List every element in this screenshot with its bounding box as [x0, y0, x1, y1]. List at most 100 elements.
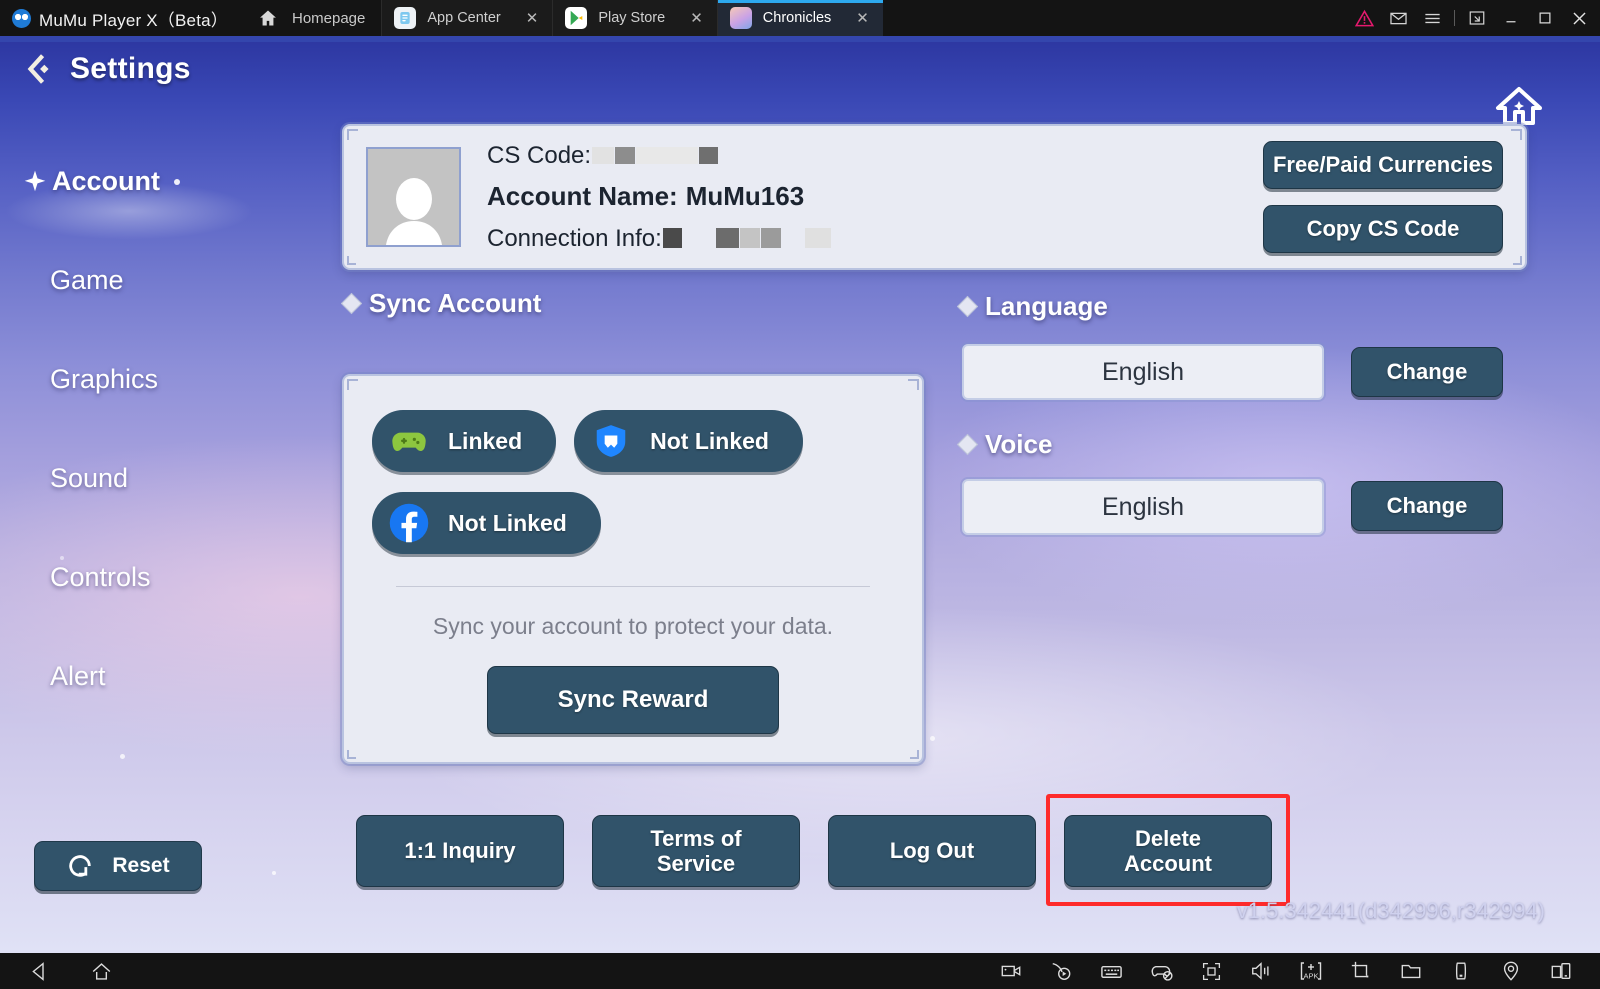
- link-status-label: Not Linked: [448, 509, 567, 536]
- shield-icon: [590, 420, 632, 462]
- nav-controls: [0, 953, 114, 989]
- macro-record-icon[interactable]: [1036, 953, 1086, 989]
- sidebar-item-sound[interactable]: Sound: [0, 429, 300, 528]
- homepage-tab[interactable]: Homepage: [242, 0, 381, 36]
- mail-icon[interactable]: [1381, 0, 1415, 36]
- minimize-icon[interactable]: [1494, 0, 1528, 36]
- language-value-box[interactable]: English: [962, 344, 1324, 400]
- window-titlebar: MuMu Player X（Beta） Homepage App Center: [0, 0, 1600, 36]
- tab-close-icon[interactable]: ✕: [676, 11, 703, 26]
- star-particle: [930, 736, 935, 741]
- tab-close-icon[interactable]: ✕: [512, 11, 539, 26]
- google-play-games-link-button[interactable]: Linked: [372, 410, 557, 472]
- hive-link-button[interactable]: Not Linked: [574, 410, 803, 472]
- gamepad-icon: [388, 420, 430, 462]
- app-root: MuMu Player X（Beta） Homepage App Center: [0, 0, 1600, 989]
- reset-icon: [69, 855, 92, 877]
- svg-text:APK: APK: [1303, 972, 1318, 981]
- sidebar-item-label: Graphics: [50, 364, 159, 394]
- tab-label: Chronicles: [762, 10, 832, 26]
- account-name-row: Account Name: MuMu163: [487, 175, 831, 218]
- sidebar-item-controls[interactable]: Controls: [0, 528, 300, 627]
- panel-corner: [1513, 256, 1522, 265]
- homepage-label: Homepage: [291, 9, 366, 27]
- log-out-button[interactable]: Log Out: [828, 815, 1036, 887]
- delete-line-2: Account: [1124, 851, 1212, 876]
- connection-redaction: [804, 228, 831, 249]
- voice-value-box[interactable]: English: [962, 479, 1324, 535]
- tab-app-center[interactable]: App Center ✕: [381, 0, 553, 36]
- emulator-bottombar: APK: [0, 953, 1600, 989]
- section-title: Sync Account: [369, 288, 542, 318]
- language-section-label: Language: [956, 291, 1108, 322]
- sidebar-item-alert[interactable]: Alert: [0, 627, 300, 726]
- free-paid-currencies-button[interactable]: Free/Paid Currencies: [1263, 141, 1503, 189]
- screenshot-crop-icon[interactable]: [1336, 953, 1386, 989]
- gamepad-disabled-icon[interactable]: [1136, 953, 1186, 989]
- tab-chronicles[interactable]: Chronicles ✕: [716, 0, 883, 36]
- sidebar-item-label: Game: [50, 265, 124, 295]
- copy-cs-code-button[interactable]: Copy CS Code: [1263, 205, 1503, 253]
- tab-label: Play Store: [598, 10, 666, 26]
- sync-link-row-1: Linked Not Linked: [372, 410, 894, 472]
- one-to-one-inquiry-button[interactable]: 1:1 Inquiry: [356, 815, 564, 887]
- volume-icon[interactable]: [1236, 953, 1286, 989]
- account-footer-buttons: 1:1 Inquiry Terms of Service Log Out Del…: [356, 794, 1290, 906]
- connection-redaction: [715, 228, 739, 249]
- terms-line-2: Service: [656, 851, 736, 876]
- language-change-button[interactable]: Change: [1351, 347, 1503, 397]
- settings-sidebar: Account Game Graphics Sound Controls Ale…: [0, 132, 300, 726]
- sidebar-item-label: Account: [52, 166, 160, 196]
- play-store-icon: [565, 7, 588, 29]
- app-title: MuMu Player X（Beta）: [39, 10, 228, 30]
- tab-close-icon[interactable]: ✕: [842, 11, 869, 26]
- menu-icon[interactable]: [1415, 0, 1449, 36]
- fullscreen-icon[interactable]: [1186, 953, 1236, 989]
- sidebar-item-graphics[interactable]: Graphics: [0, 330, 300, 429]
- link-status-label: Not Linked: [650, 427, 769, 454]
- location-icon[interactable]: [1486, 953, 1536, 989]
- fullscreen-icon[interactable]: [1460, 0, 1494, 36]
- terms-of-service-button[interactable]: Terms of Service: [592, 815, 800, 887]
- home-icon[interactable]: [1494, 84, 1544, 128]
- page-title: Settings: [70, 52, 191, 85]
- tab-play-store[interactable]: Play Store ✕: [552, 0, 717, 36]
- warning-icon[interactable]: [1347, 0, 1381, 36]
- account-info-card: CS Code: Account Name: MuMu163 Connectio…: [342, 124, 1527, 270]
- folder-icon[interactable]: [1386, 953, 1436, 989]
- connection-redaction: [683, 228, 715, 248]
- sidebar-item-account[interactable]: Account: [0, 132, 300, 231]
- sync-divider: [396, 586, 870, 587]
- section-title: Language: [985, 291, 1108, 321]
- sync-reward-button[interactable]: Sync Reward: [487, 666, 779, 734]
- app-brand: MuMu Player X（Beta）: [0, 0, 242, 36]
- section-title: Voice: [985, 429, 1053, 459]
- record-video-icon[interactable]: [986, 953, 1036, 989]
- voice-change-button[interactable]: Change: [1351, 481, 1503, 531]
- back-arrow-icon[interactable]: [22, 52, 56, 86]
- multi-instance-icon[interactable]: [1536, 953, 1586, 989]
- maximize-icon[interactable]: [1528, 0, 1562, 36]
- reset-button[interactable]: Reset: [34, 841, 202, 891]
- delete-account-button[interactable]: Delete Account: [1064, 815, 1272, 887]
- sync-account-section-label: Sync Account: [340, 288, 542, 319]
- account-actions: Free/Paid Currencies Copy CS Code: [1263, 141, 1503, 253]
- panel-corner: [347, 750, 356, 759]
- install-apk-icon[interactable]: APK: [1286, 953, 1336, 989]
- terms-line-1: Terms of: [650, 825, 742, 851]
- keyboard-icon[interactable]: [1086, 953, 1136, 989]
- sidebar-item-game[interactable]: Game: [0, 231, 300, 330]
- home-nav-icon[interactable]: [88, 953, 114, 989]
- panel-corner: [347, 256, 356, 265]
- facebook-link-button[interactable]: Not Linked: [372, 492, 601, 554]
- game-viewport: Settings Account Game Graphics Sound Con…: [0, 36, 1600, 953]
- cs-code-row: CS Code:: [487, 136, 831, 176]
- mumu-logo-icon: [12, 8, 31, 28]
- cs-code-redaction: [699, 147, 719, 164]
- back-nav-icon[interactable]: [26, 953, 52, 989]
- sync-account-panel: Linked Not Linked Not Linked Sync your a…: [342, 374, 924, 764]
- rotate-screen-icon[interactable]: [1436, 953, 1486, 989]
- app-center-icon: [394, 7, 417, 29]
- close-icon[interactable]: [1562, 0, 1596, 36]
- connection-redaction: [739, 228, 760, 249]
